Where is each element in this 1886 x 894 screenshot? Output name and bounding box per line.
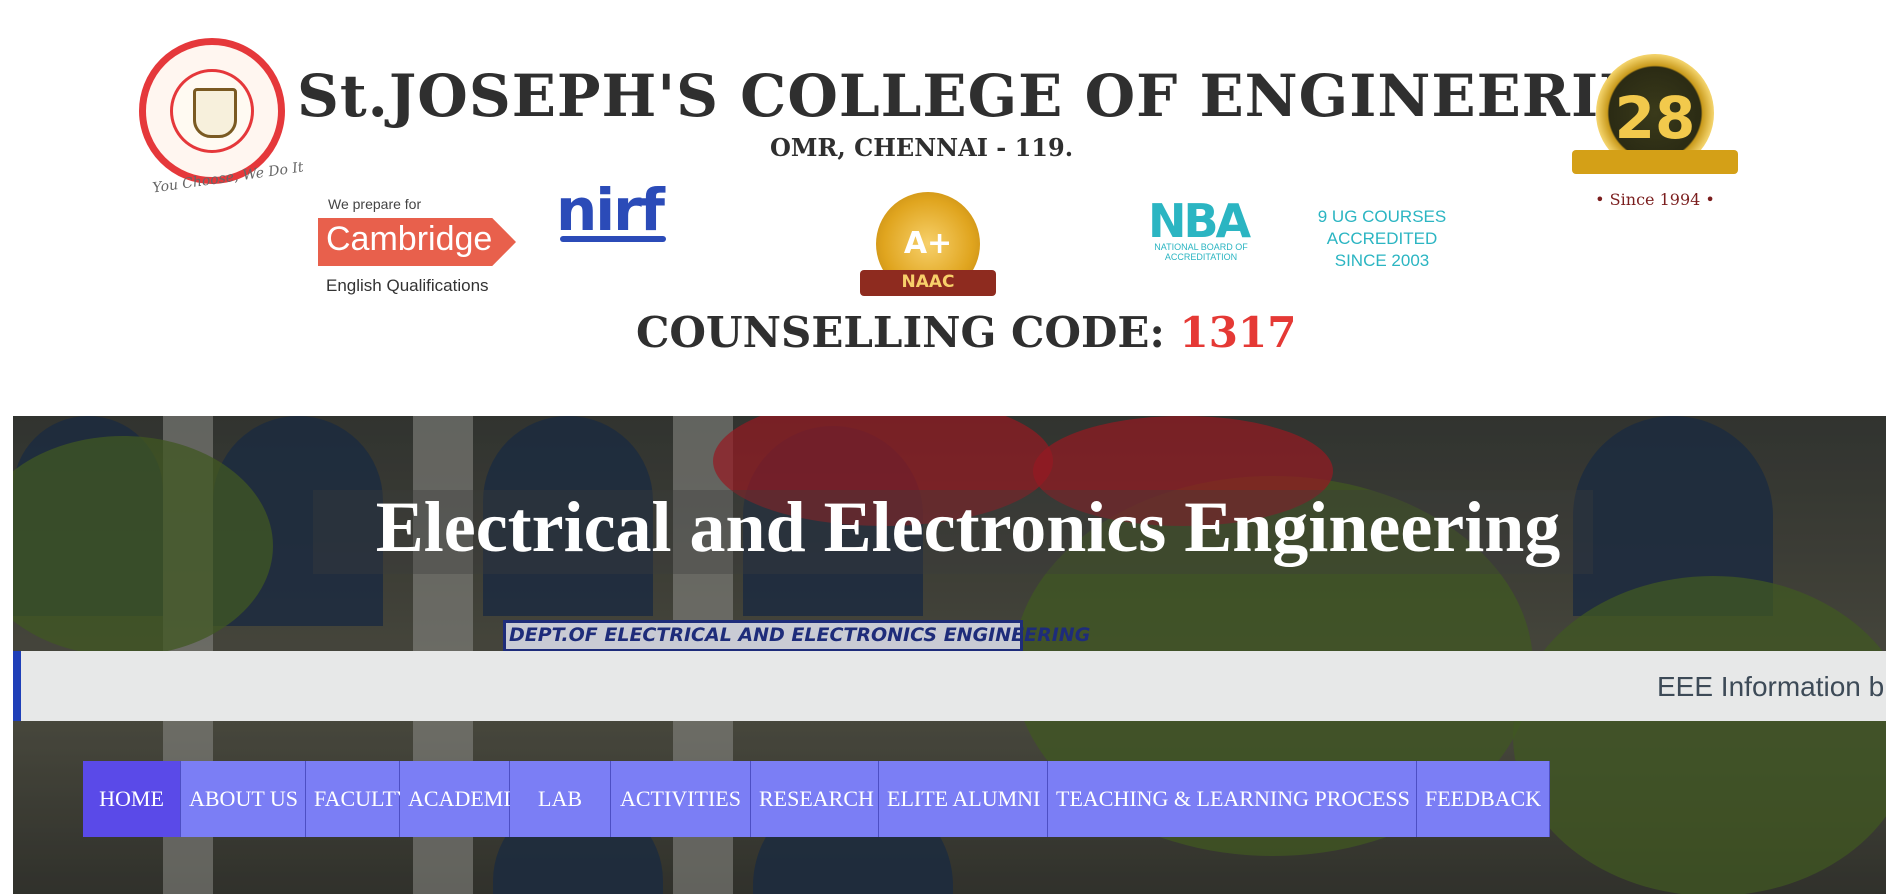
cambridge-pre-text: We prepare for (328, 196, 422, 212)
nav-item-activities[interactable]: ACTIVITIES (611, 761, 751, 837)
naac-grade: A+ (903, 226, 953, 261)
nav-item-research[interactable]: RESEARCH (751, 761, 879, 837)
anniversary-ribbon (1572, 150, 1738, 174)
nirf-underline (560, 236, 666, 242)
anniversary-number: 28 (1614, 84, 1696, 152)
nav-item-feedback[interactable]: FEEDBACK (1417, 761, 1550, 837)
anniversary-since: • Since 1994 • (1595, 190, 1715, 209)
college-name: St.JOSEPH'S COLLEGE OF ENGINEERING (297, 62, 1704, 130)
nav-item-home[interactable]: HOME (83, 761, 181, 837)
nba-logo: NBA (1148, 194, 1251, 248)
counselling-code-value: 1317 (1179, 308, 1297, 357)
nba-accreditation-text: 9 UG COURSES ACCREDITED SINCE 2003 (1262, 206, 1502, 272)
nav-item-about-us[interactable]: ABOUT US (181, 761, 306, 837)
main-nav: HOME ABOUT US FACULTY ACADEMIC LAB ACTIVITIES… (83, 761, 1550, 837)
cambridge-name: Cambridge (326, 220, 493, 258)
news-ticker-text[interactable]: EEE Information b (1657, 671, 1884, 703)
nba-subtitle: NATIONAL BOARD OF ACCREDITATION (1154, 242, 1248, 262)
college-address: OMR, CHENNAI - 119. (770, 133, 1074, 162)
nav-item-teaching-learning-process[interactable]: TEACHING & LEARNING PROCESS (1048, 761, 1417, 837)
counselling-label: COUNSELLING CODE: (636, 308, 1180, 357)
nba-text-line2: SINCE 2003 (1334, 251, 1430, 270)
naac-name: NAAC (901, 272, 955, 292)
nirf-logo: nirf (556, 176, 665, 244)
page-title: Electrical and Electronics Engineering (375, 487, 1561, 567)
hero-banner: DEPT.OF ELECTRICAL AND ELECTRONICS ENGIN… (13, 416, 1886, 894)
counselling-code: COUNSELLING CODE: 1317 (636, 308, 1296, 357)
nav-item-academic[interactable]: ACADEMIC (400, 761, 525, 837)
seal-emblem (170, 69, 254, 153)
news-ticker[interactable]: EEE Information b (13, 651, 1886, 721)
nba-text-line1: 9 UG COURSES ACCREDITED (1317, 207, 1447, 248)
department-signboard-text: DEPT.OF ELECTRICAL AND ELECTRONICS ENGIN… (509, 624, 1091, 646)
nav-item-faculty[interactable]: FACULTY (306, 761, 412, 837)
site-header: You Choose, We Do It St.JOSEPH'S COLLEGE… (0, 0, 1886, 416)
seal-shield-icon (193, 88, 237, 138)
nav-item-elite-alumni[interactable]: ELITE ALUMNI (879, 761, 1048, 837)
cambridge-post-text: English Qualifications (326, 276, 489, 295)
nav-item-lab[interactable]: LAB (510, 761, 611, 837)
anniversary-badge: 28 • Since 1994 • (1572, 40, 1738, 209)
college-seal-logo[interactable] (139, 38, 285, 184)
